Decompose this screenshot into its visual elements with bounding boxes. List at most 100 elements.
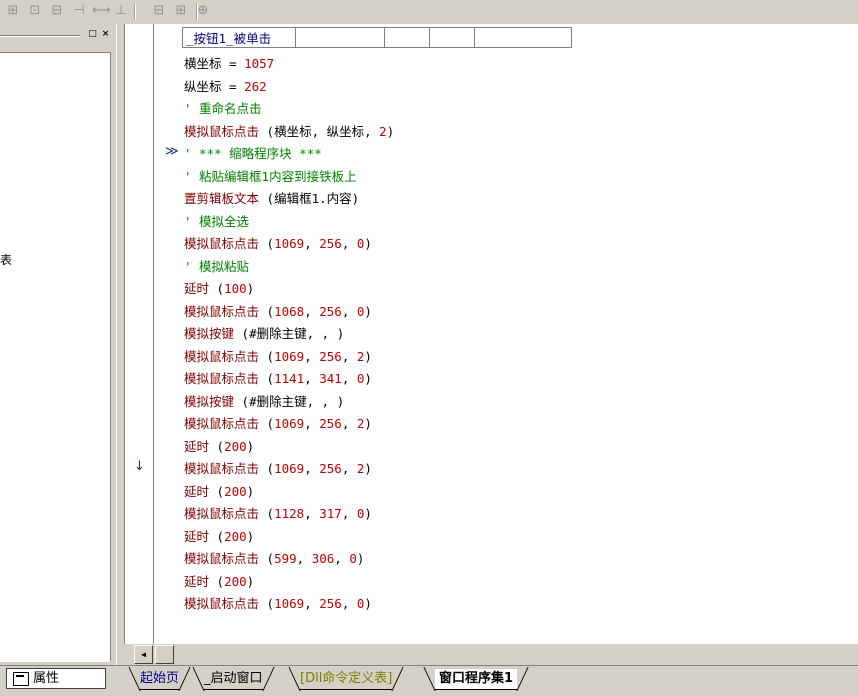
align-top-icon[interactable]: ⊟ <box>48 2 66 20</box>
code-token: 1069 <box>274 461 305 476</box>
code-token: 延时 <box>184 438 210 454</box>
code-token: 模拟鼠标点击 <box>184 461 260 476</box>
code-token: ) <box>364 461 372 476</box>
same-width-icon[interactable]: ⊟ <box>150 2 168 20</box>
code-line[interactable]: 模拟鼠标点击 (横坐标, 纵坐标, 2) <box>184 121 394 144</box>
code-token: , <box>341 236 357 251</box>
header-cell[interactable] <box>474 27 572 48</box>
code-token: 模拟鼠标点击 <box>184 596 260 611</box>
scroll-left-icon[interactable]: ◀ <box>134 645 153 664</box>
code-token: (#删除主键, , ) <box>234 393 345 409</box>
code-line[interactable]: 横坐标 = 1057 <box>184 53 394 76</box>
titlebar-grip <box>0 35 80 37</box>
subroutine-name-cell[interactable]: _按钮1_被单击 <box>182 27 296 48</box>
code-token: ) <box>364 348 372 364</box>
code-token: ( <box>259 461 275 476</box>
code-token: ) <box>246 528 255 544</box>
align-vcenter-icon[interactable]: ⊣ <box>70 2 88 20</box>
code-line[interactable]: 延时 (100) <box>184 278 394 301</box>
code-token: ' 粘贴编辑框1内容到接铁板上 <box>184 168 357 184</box>
distribute-horizontal-icon[interactable]: ⟷ <box>92 2 111 20</box>
code-token: , <box>341 348 357 364</box>
code-line[interactable]: 置剪辑板文本 (编辑框1.内容) <box>184 188 394 211</box>
code-line[interactable]: 模拟鼠标点击 (1069, 256, 2) <box>184 346 394 369</box>
left-panel-titlebar: □ × <box>0 28 116 44</box>
horizontal-scrollbar[interactable]: ◀ <box>124 644 858 665</box>
code-token: 1069 <box>274 416 305 431</box>
code-token: 模拟按键 <box>184 326 235 341</box>
code-line[interactable]: 模拟鼠标点击 (1128, 317, 0) <box>184 503 394 526</box>
code-token: 256 <box>319 236 342 251</box>
code-token: , <box>304 236 320 251</box>
restore-icon[interactable]: □ <box>87 29 98 40</box>
code-token: , <box>341 596 357 611</box>
code-token: ' 模拟全选 <box>184 213 250 229</box>
tab-window-assembly[interactable]: 窗口程序集1 <box>435 669 518 690</box>
tab-startup-window[interactable]: _启动窗口 <box>204 669 263 690</box>
header-cell[interactable] <box>429 27 475 48</box>
left-panel-content[interactable]: 表 <box>0 52 111 662</box>
code-line[interactable]: 延时 (200) <box>184 481 394 504</box>
code-token: , <box>296 551 312 566</box>
code-token: ' *** 缩略程序块 *** <box>184 146 322 161</box>
code-line[interactable]: ' 粘贴编辑框1内容到接铁板上 <box>184 166 394 189</box>
properties-button[interactable]: 属性 <box>6 668 106 689</box>
code-token: ( <box>209 573 225 589</box>
same-height-icon[interactable]: ⊞ <box>172 2 190 20</box>
scroll-thumb[interactable] <box>155 645 174 664</box>
code-token: 256 <box>319 303 342 319</box>
code-token: ) <box>246 573 255 589</box>
code-line[interactable]: ' 模拟全选 <box>184 211 394 234</box>
code-token: 256 <box>319 596 342 611</box>
close-icon[interactable]: × <box>100 29 111 40</box>
code-token: , <box>304 303 320 319</box>
code-token: 纵坐标 <box>184 78 222 94</box>
code-line[interactable]: 模拟鼠标点击 (1069, 256, 0) <box>184 593 394 616</box>
code-line[interactable]: 模拟鼠标点击 (1141, 341, 0) <box>184 368 394 391</box>
toolbar-separator <box>134 3 136 20</box>
code-token: 横坐标 <box>184 56 222 71</box>
code-line[interactable]: 纵坐标 = 262 <box>184 76 394 99</box>
code-token: ( <box>259 596 275 611</box>
align-grid-icon[interactable]: ⊞ <box>4 2 22 20</box>
code-token: ( <box>209 281 225 296</box>
code-line[interactable]: 模拟鼠标点击 (1069, 256, 2) <box>184 458 394 481</box>
distribute-vertical-icon[interactable]: ⊥ <box>112 2 130 20</box>
code-line[interactable]: 模拟鼠标点击 (1068, 256, 0) <box>184 301 394 324</box>
code-token: ) <box>386 123 395 139</box>
code-line[interactable]: 延时 (200) <box>184 526 394 549</box>
code-token: ) <box>246 483 255 499</box>
fold-marker-icon[interactable]: ≫ <box>165 144 179 159</box>
header-cell[interactable] <box>295 27 385 48</box>
code-token: 256 <box>319 416 342 431</box>
subroutine-header-table: _按钮1_被单击 <box>182 27 572 48</box>
align-center-icon[interactable]: ⊡ <box>26 2 44 20</box>
properties-label: 属性 <box>33 671 60 686</box>
code-token: , <box>304 348 320 364</box>
code-line[interactable]: 延时 (200) <box>184 436 394 459</box>
code-token: ' 模拟粘贴 <box>184 258 250 274</box>
code-line[interactable]: 模拟鼠标点击 (1069, 256, 0) <box>184 233 394 256</box>
code-token: 200 <box>224 573 247 589</box>
header-cell[interactable] <box>384 27 430 48</box>
tab-start-page[interactable]: 起始页 <box>140 669 180 690</box>
code-line[interactable]: 延时 (200) <box>184 571 394 594</box>
code-line[interactable]: 模拟鼠标点击 (1069, 256, 2) <box>184 413 394 436</box>
tab-dll-definitions[interactable]: [Dll命令定义表] <box>300 669 393 690</box>
code-line[interactable]: 模拟按键 (#删除主键, , ) <box>184 323 394 346</box>
left-panel: □ × 表 <box>0 24 116 665</box>
code-token: (#删除主键, , ) <box>234 326 345 341</box>
code-token: ) <box>364 236 372 251</box>
code-line[interactable]: ' 重命名点击 <box>184 98 394 121</box>
code-token: 2 <box>379 123 387 139</box>
code-token: 0 <box>349 551 357 566</box>
toolbar-separator <box>196 3 198 20</box>
code-line[interactable]: 模拟鼠标点击 (599, 306, 0) <box>184 548 394 571</box>
code-line[interactable]: ' 模拟粘贴 <box>184 256 394 279</box>
code-token: 200 <box>224 483 247 499</box>
code-line[interactable]: 模拟按键 (#删除主键, , ) <box>184 391 394 414</box>
code-editor[interactable]: ↓ ≫ _按钮1_被单击 横坐标 = 1057 纵坐标 = 262 ' 重命名点击模… <box>124 24 858 644</box>
code-token: 317 <box>319 506 342 521</box>
code-line[interactable]: ' *** 缩略程序块 *** <box>184 143 394 166</box>
code-token: , <box>341 416 357 431</box>
